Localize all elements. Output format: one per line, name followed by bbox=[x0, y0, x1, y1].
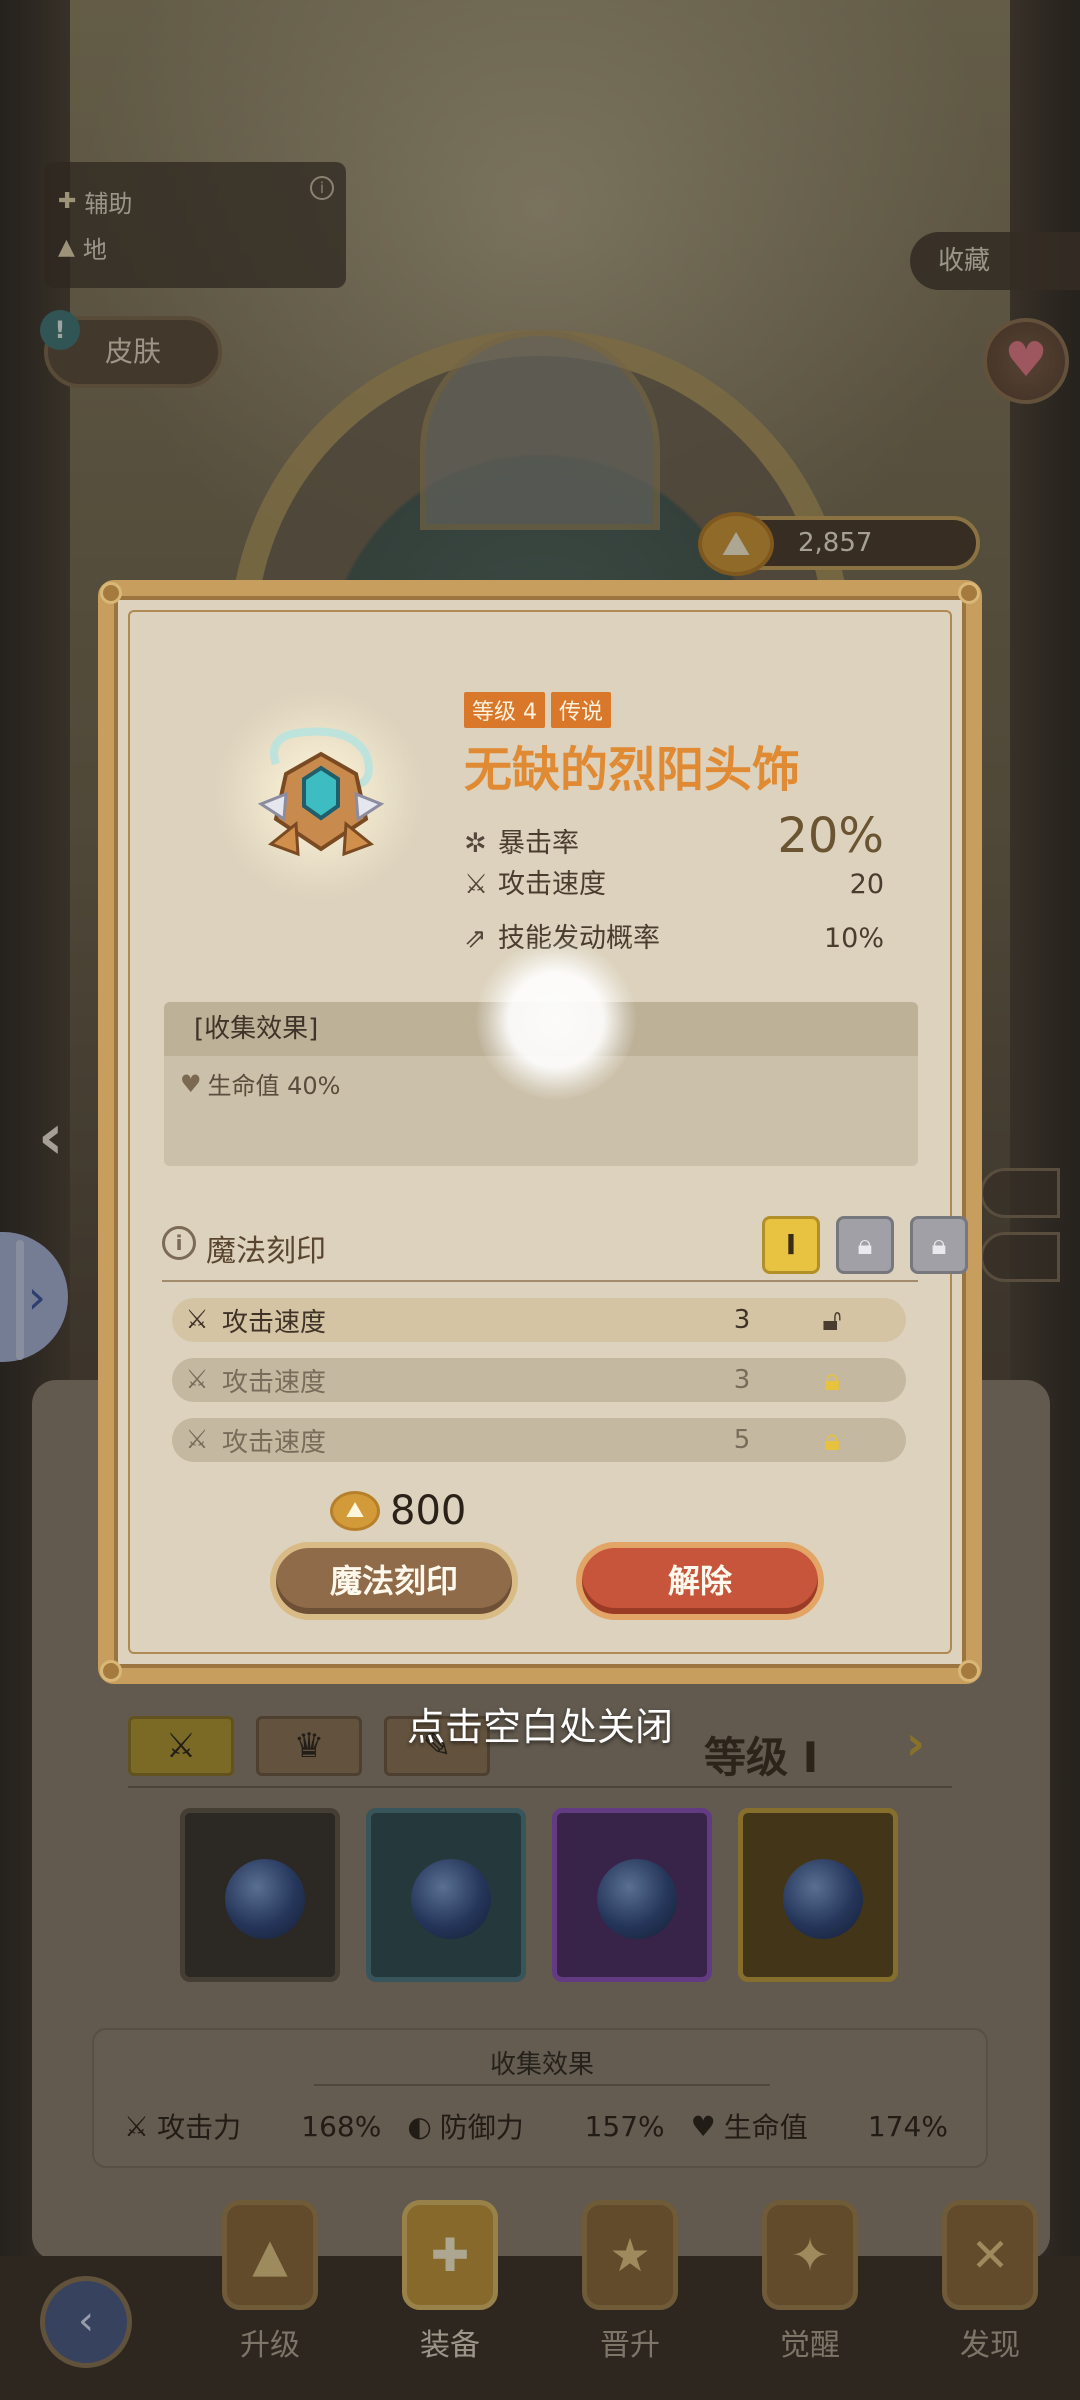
gold-pile-icon: ⛰ bbox=[330, 1491, 380, 1531]
corner-rivet bbox=[100, 582, 122, 604]
item-detail-modal: 等级 4 传说 无缺的烈阳头饰 ✲ 暴击率 20% ⚔ 攻击速度 20 ⇗ 技能… bbox=[98, 580, 982, 1684]
attack-speed-icon: ⚔ bbox=[185, 1305, 209, 1335]
level-badge: 等级 4 bbox=[464, 692, 545, 728]
release-button[interactable]: 解除 bbox=[576, 1542, 824, 1620]
skill-trigger-icon: ⇗ bbox=[464, 923, 487, 954]
info-icon[interactable]: i bbox=[162, 1226, 196, 1260]
corner-rivet bbox=[958, 1660, 980, 1682]
attack-speed-icon: ⚔ bbox=[185, 1425, 209, 1455]
heart-icon: ♥ bbox=[180, 1069, 202, 1098]
lock-icon[interactable]: 🔒︎ bbox=[836, 1216, 894, 1274]
stat-crit: ✲ 暴击率 20% bbox=[464, 808, 884, 864]
lock-icon[interactable]: 🔒︎ bbox=[910, 1216, 968, 1274]
magic-engrave-button[interactable]: 魔法刻印 bbox=[270, 1542, 518, 1620]
attack-speed-icon: ⚔ bbox=[185, 1365, 209, 1395]
unlock-icon[interactable]: 🔓︎ bbox=[782, 1303, 882, 1338]
corner-rivet bbox=[100, 1660, 122, 1682]
close-hint: 点击空白处关闭 bbox=[406, 1705, 673, 1749]
stat-attack-speed: ⚔ 攻击速度 20 bbox=[464, 869, 884, 900]
headpiece-icon bbox=[257, 727, 385, 857]
rarity-badge: 传说 bbox=[551, 692, 612, 728]
corner-rivet bbox=[958, 582, 980, 604]
lock-icon[interactable]: 🔒︎ bbox=[782, 1363, 882, 1398]
lock-icon[interactable]: 🔒︎ bbox=[782, 1423, 882, 1458]
magic-engrave-header: i 魔法刻印 I 🔒︎ 🔒︎ bbox=[162, 1216, 968, 1282]
item-name: 无缺的烈阳头饰 bbox=[464, 742, 801, 798]
collection-effect-value: 生命值 40% bbox=[207, 1072, 341, 1100]
item-image bbox=[212, 688, 426, 902]
crit-icon: ✲ bbox=[464, 828, 487, 859]
rune-row[interactable]: ⚔ 攻击速度 3 🔒︎ bbox=[172, 1358, 906, 1402]
rune-row[interactable]: ⚔ 攻击速度 5 🔒︎ bbox=[172, 1418, 906, 1462]
attack-speed-icon: ⚔ bbox=[464, 869, 489, 900]
item-badges: 等级 4 传说 bbox=[464, 692, 612, 728]
rune-row[interactable]: ⚔ 攻击速度 3 🔓︎ bbox=[172, 1298, 906, 1342]
engrave-slot-1[interactable]: I bbox=[762, 1216, 820, 1274]
engrave-cost: ⛰ 800 bbox=[330, 1488, 466, 1534]
tap-highlight bbox=[476, 940, 636, 1100]
magic-engrave-title: 魔法刻印 bbox=[206, 1234, 326, 1269]
